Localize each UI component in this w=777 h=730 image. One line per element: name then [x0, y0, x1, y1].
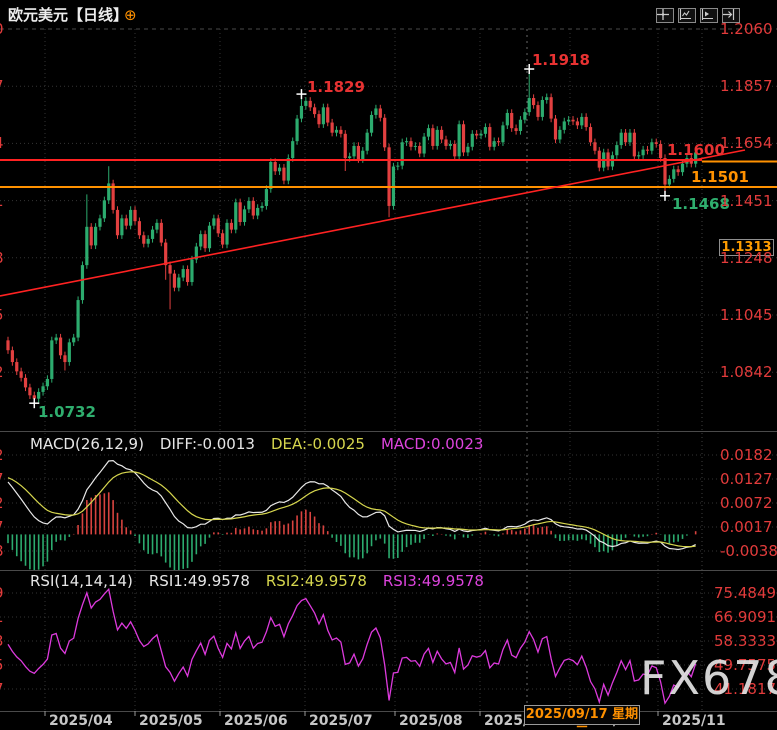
symbol-title: 欧元美元【日线】: [8, 8, 128, 23]
macd-dea-value: DEA:-0.0025: [271, 435, 365, 453]
macd-axis-label: 0.0127: [720, 472, 773, 487]
crosshair-date-tooltip: 2025/09/17 星期三: [524, 705, 640, 725]
axis-range-icon[interactable]: [678, 8, 696, 23]
clipped-axis-digit: 5: [0, 308, 4, 323]
high-annotation-1918: 1.1918: [532, 53, 590, 68]
clipped-axis-digit: 1: [0, 194, 4, 209]
x-axis-label: 2025/06: [224, 714, 288, 728]
resistance-level-label: 1.1600: [667, 143, 725, 158]
rsi-axis-label: 75.4849: [714, 586, 776, 601]
x-axis-label: 2025/11: [662, 714, 726, 728]
rsi-axis-label: 66.9091: [714, 610, 776, 625]
rsi-axis-label: 58.3333: [714, 634, 776, 649]
clipped-axis-digit: 2: [0, 448, 4, 463]
rsi2-value: RSI2:49.9578: [266, 572, 367, 590]
price-axis-label: 1.1248: [720, 251, 773, 266]
rsi-header: RSI(14,14,14) RSI1:49.9578 RSI2:49.9578 …: [30, 572, 484, 590]
rsi1-value: RSI1:49.9578: [149, 572, 250, 590]
macd-hist-value: MACD:0.0023: [381, 435, 484, 453]
macd-axis-label: -0.0038: [720, 544, 777, 559]
clipped-axis-digit: 0: [0, 22, 4, 37]
price-axis-label: 1.1451: [720, 194, 773, 209]
axis-scale-icon[interactable]: [700, 8, 718, 23]
clipped-axis-digit: 1: [0, 610, 4, 625]
x-axis-label: 2025/08: [399, 714, 463, 728]
rsi-title: RSI(14,14,14): [30, 572, 133, 590]
clipped-axis-digit: 7: [0, 79, 4, 94]
price-axis-label: 1.0842: [720, 365, 773, 380]
price-axis-label: 1.2060: [720, 22, 773, 37]
chart-window: 欧元美元【日线】 ⊕ 1.1918 1.1829 1.0732 1.1468 1…: [0, 0, 777, 730]
clipped-axis-digit: 2: [0, 496, 4, 511]
candlestick-chart-canvas[interactable]: [0, 0, 777, 730]
watermark: FX678: [640, 651, 777, 705]
price-axis-label: 1.1857: [720, 79, 773, 94]
crosshair-tool-icon[interactable]: [656, 8, 674, 23]
x-axis-label: 2025/05: [139, 714, 203, 728]
macd-header: MACD(26,12,9) DIFF:-0.0013 DEA:-0.0025 M…: [30, 435, 483, 453]
clipped-axis-digit: 8: [0, 544, 4, 559]
clipped-axis-digit: 4: [0, 136, 4, 151]
high-annotation-1829: 1.1829: [307, 80, 365, 95]
price-axis-label: 1.1045: [720, 308, 773, 323]
x-axis-label: 2025/04: [49, 714, 113, 728]
clipped-axis-digit: 2: [0, 365, 4, 380]
macd-diff-value: DIFF:-0.0013: [160, 435, 255, 453]
clipped-axis-digit: 7: [0, 682, 4, 697]
macd-axis-label: 0.0072: [720, 496, 773, 511]
clipped-axis-digit: 3: [0, 634, 4, 649]
clipped-axis-digit: 5: [0, 658, 4, 673]
clipped-axis-digit: 7: [0, 472, 4, 487]
macd-axis-label: 0.0182: [720, 448, 773, 463]
x-axis-label: 2025/07: [309, 714, 373, 728]
add-symbol-icon[interactable]: ⊕: [124, 8, 137, 23]
clipped-axis-digit: 9: [0, 586, 4, 601]
support-level-label: 1.1501: [691, 170, 749, 185]
macd-axis-label: 0.0017: [720, 520, 773, 535]
clipped-axis-digit: 8: [0, 251, 4, 266]
rsi3-value: RSI3:49.9578: [383, 572, 484, 590]
price-axis-label: 1.1654: [720, 136, 773, 151]
clipped-axis-digit: 7: [0, 520, 4, 535]
macd-title: MACD(26,12,9): [30, 435, 144, 453]
low-annotation-0732: 1.0732: [38, 405, 96, 420]
